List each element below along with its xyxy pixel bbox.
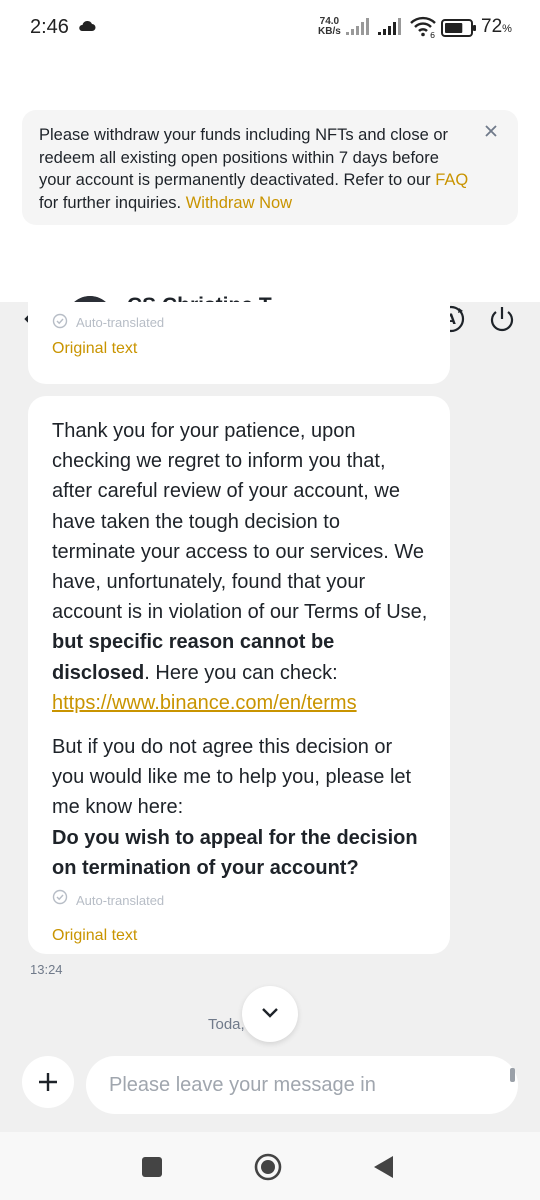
check-circle-icon — [52, 313, 76, 332]
battery-percent: 72% — [481, 16, 512, 37]
auto-translated-label: Auto-translated — [52, 312, 164, 332]
wifi-icon: 6 — [410, 16, 438, 43]
input-scrollbar — [510, 1068, 515, 1082]
original-text-link[interactable]: Original text — [52, 340, 137, 358]
auto-translated-label: Auto-translated — [52, 889, 428, 911]
withdraw-now-link[interactable]: Withdraw Now — [186, 194, 292, 212]
close-icon[interactable] — [482, 122, 500, 140]
cloud-icon — [78, 19, 96, 37]
battery-icon — [441, 19, 477, 42]
network-speed: 74.0 KB/s — [318, 17, 341, 37]
back-triangle-icon[interactable] — [369, 1152, 399, 1182]
check-circle-icon — [52, 886, 76, 916]
message-paragraph: But if you do not agree this decision or… — [52, 736, 418, 879]
message-time: 13:24 — [30, 962, 63, 977]
notice-text: Please withdraw your funds including NFT… — [39, 126, 449, 189]
status-time: 2:46 — [30, 16, 69, 38]
scroll-to-bottom-button[interactable] — [242, 986, 298, 1042]
attach-button[interactable] — [22, 1056, 74, 1108]
status-bar: 2:46 74.0 KB/s 6 72% — [0, 0, 540, 56]
notice-middle: for further inquiries. — [39, 193, 186, 212]
faq-link[interactable]: FAQ — [435, 171, 468, 189]
recents-icon[interactable] — [137, 1152, 167, 1182]
terms-link[interactable]: https://www.binance.com/en/terms — [52, 692, 357, 714]
home-icon[interactable] — [253, 1152, 283, 1182]
original-text-link[interactable]: Original text — [52, 921, 428, 951]
top-area: Please withdraw your funds including NFT… — [0, 56, 540, 344]
speed-unit: KB/s — [318, 26, 341, 37]
message-input[interactable] — [86, 1056, 518, 1114]
signal-icon — [346, 18, 372, 41]
deactivation-notice: Please withdraw your funds including NFT… — [22, 110, 518, 225]
chat-area[interactable]: Auto-translated Original text Thank you … — [0, 302, 540, 1052]
message-input-bar — [0, 1052, 540, 1132]
agent-message-bubble: Thank you for your patience, upon checki… — [28, 396, 450, 954]
previous-message-bubble: Auto-translated Original text — [28, 302, 450, 384]
signal-icon — [378, 18, 404, 41]
system-nav-bar — [0, 1132, 540, 1200]
wifi-badge: 6 — [430, 31, 435, 38]
message-paragraph: Thank you for your patience, upon checki… — [52, 420, 428, 714]
